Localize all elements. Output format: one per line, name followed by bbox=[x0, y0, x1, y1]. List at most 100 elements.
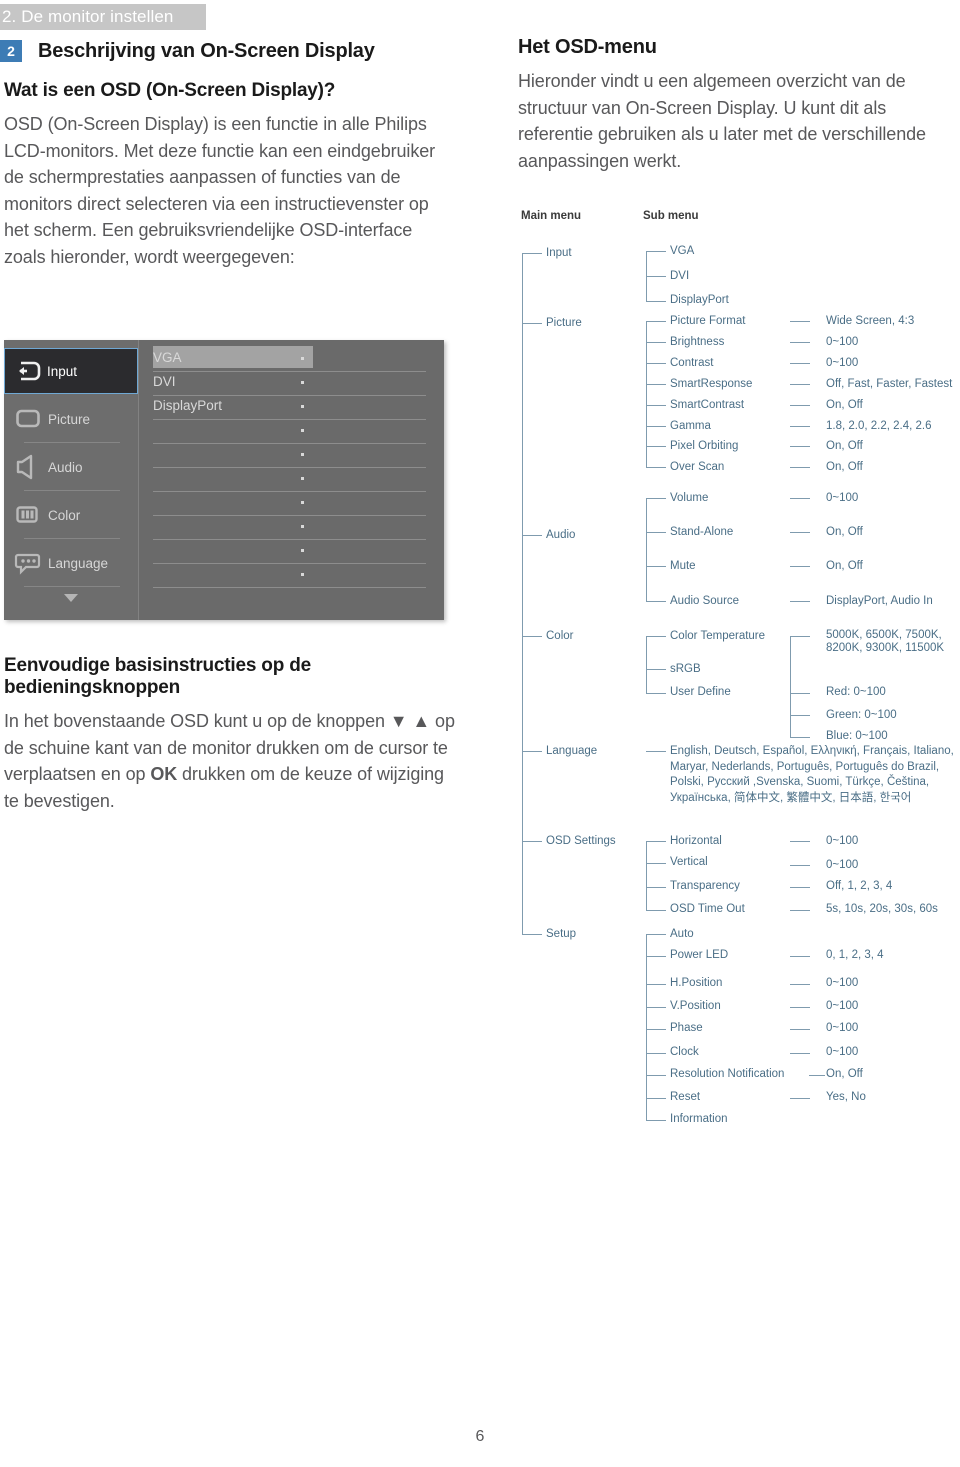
section-number-badge: 2 bbox=[0, 40, 22, 62]
osd-row-dot bbox=[301, 381, 304, 384]
osd-content-row-empty bbox=[139, 540, 444, 564]
tree-value-dash bbox=[790, 363, 810, 365]
tree-sub-color-temperature: Color Temperature bbox=[670, 630, 766, 642]
tree-value-dash bbox=[790, 715, 810, 717]
osd-row-dot bbox=[301, 573, 304, 576]
osd-sidebar-label: Language bbox=[48, 555, 109, 571]
tree-branch bbox=[646, 467, 666, 469]
osd-row-dot bbox=[301, 549, 304, 552]
tree-sub-resolution-notification: Resolution Notification bbox=[670, 1068, 785, 1080]
tree-branch bbox=[646, 1075, 666, 1077]
osd-sidebar-item-audio[interactable]: Audio bbox=[4, 444, 138, 490]
tree-branch bbox=[646, 301, 666, 303]
tree-sub-smartresponse: SmartResponse bbox=[670, 378, 753, 390]
tree-value-power-led: 0, 1, 2, 3, 4 bbox=[826, 949, 884, 961]
tree-sub-pixel-orbiting: Pixel Orbiting bbox=[670, 440, 739, 452]
tree-branch bbox=[522, 934, 542, 936]
tree-sub-spine-color bbox=[646, 636, 648, 693]
page-title: Beschrijving van On-Screen Display bbox=[38, 39, 375, 62]
tree-branch bbox=[646, 446, 666, 448]
tree-sub-over-scan: Over Scan bbox=[670, 461, 725, 473]
osd-content-row-displayport[interactable]: DisplayPort bbox=[139, 396, 444, 420]
osd-row-dot bbox=[301, 405, 304, 408]
osd-sidebar-label: Input bbox=[47, 363, 78, 379]
tree-value-dash bbox=[790, 636, 810, 638]
tree-value-red: Red: 0~100 bbox=[826, 686, 886, 698]
osd-sidebar: Input Picture Audio Color Language bbox=[4, 340, 139, 620]
tree-value-reset: Yes, No bbox=[826, 1091, 866, 1103]
ok-key-label: OK bbox=[150, 764, 178, 784]
tree-value-smartcontrast: On, Off bbox=[826, 399, 863, 411]
osd-sidebar-label: Color bbox=[48, 507, 81, 523]
tree-branch bbox=[522, 636, 542, 638]
tree-branch bbox=[646, 276, 666, 278]
osd-sidebar-item-language[interactable]: Language bbox=[4, 540, 138, 586]
tree-sub-clock: Clock bbox=[670, 1046, 699, 1058]
osd-sidebar-item-picture[interactable]: Picture bbox=[4, 396, 138, 442]
tree-value-dash bbox=[790, 910, 810, 912]
tree-sub-dvi: DVI bbox=[670, 270, 690, 282]
tree-sub-gamma: Gamma bbox=[670, 420, 711, 432]
tree-branch bbox=[646, 321, 666, 323]
osd-row-dot bbox=[301, 501, 304, 504]
tree-sub-spine-setup bbox=[646, 934, 648, 1120]
tree-branch bbox=[522, 323, 542, 325]
tree-branch bbox=[522, 751, 542, 753]
right-column: Het OSD-menu Hieronder vindt u een algem… bbox=[518, 36, 958, 174]
tree-branch bbox=[646, 566, 666, 568]
tree-sub-spine-osd-settings bbox=[646, 841, 648, 910]
osd-content-row-empty bbox=[139, 492, 444, 516]
tree-value-dash bbox=[790, 1007, 810, 1009]
osd-sidebar-item-color[interactable]: Color bbox=[4, 492, 138, 538]
osd-content-row-empty bbox=[139, 564, 444, 588]
tree-value-resolution-notification: On, Off bbox=[826, 1068, 863, 1080]
chapter-banner: 2. De monitor instellen bbox=[0, 4, 206, 30]
tree-value-audio-source: DisplayPort, Audio In bbox=[826, 595, 933, 607]
tree-value-volume: 0~100 bbox=[826, 492, 859, 504]
tree-value-picture-format: Wide Screen, 4:3 bbox=[826, 315, 915, 327]
instructions-heading: Eenvoudige basisinstructies op de bedien… bbox=[4, 655, 311, 698]
tree-main-spine bbox=[522, 253, 524, 934]
osd-row-line bbox=[153, 587, 426, 588]
tree-branch bbox=[646, 1053, 666, 1055]
tree-value-dash bbox=[790, 467, 810, 469]
tree-value-dash bbox=[790, 321, 810, 323]
osd-content-row-dvi[interactable]: DVI bbox=[139, 372, 444, 396]
tree-sub-reset: Reset bbox=[670, 1091, 701, 1103]
tree-value-dash bbox=[790, 1053, 810, 1055]
tree-branch bbox=[646, 841, 666, 843]
osd-sidebar-divider bbox=[24, 586, 120, 587]
tree-value-brightness: 0~100 bbox=[826, 336, 859, 348]
tree-sub-smartcontrast: SmartContrast bbox=[670, 399, 745, 411]
osd-row-label: DisplayPort bbox=[153, 398, 223, 413]
tree-branch bbox=[646, 532, 666, 534]
tree-main-input: Input bbox=[546, 247, 572, 259]
osd-content-row-vga[interactable]: VGA bbox=[139, 346, 444, 372]
tree-branch bbox=[646, 956, 666, 958]
tree-sub-osd-time-out: OSD Time Out bbox=[670, 903, 745, 915]
osd-question-heading: Wat is een OSD (On-Screen Display)? bbox=[4, 80, 336, 101]
down-arrow-icon: ▼ bbox=[389, 711, 408, 731]
tree-sub-horizontal: Horizontal bbox=[670, 835, 722, 847]
tree-main-color: Color bbox=[546, 630, 574, 642]
tree-branch bbox=[646, 636, 666, 638]
tree-value-dash bbox=[790, 887, 810, 889]
tree-value-osd-time-out: 5s, 10s, 20s, 30s, 60s bbox=[826, 903, 938, 915]
tree-value-dash bbox=[790, 426, 810, 428]
tree-branch bbox=[646, 751, 666, 753]
tree-value-vertical: 0~100 bbox=[826, 859, 859, 871]
tree-sub-language-list: English, Deutsch, Español, Ελληνική, Fra… bbox=[670, 745, 954, 804]
tree-branch bbox=[646, 1120, 666, 1122]
tree-value-dash bbox=[790, 384, 810, 386]
tree-value-color-temperature: 5000K, 6500K, 7500K, 8200K, 9300K, 11500… bbox=[826, 629, 945, 654]
osd-sidebar-divider bbox=[24, 490, 120, 491]
tree-branch bbox=[646, 1029, 666, 1031]
tree-value-dash bbox=[790, 498, 810, 500]
osd-sidebar-item-input[interactable]: Input bbox=[4, 348, 138, 394]
tree-value-stand-alone: On, Off bbox=[826, 526, 863, 538]
left-column: Wat is een OSD (On-Screen Display)? OSD … bbox=[4, 80, 456, 270]
chevron-down-icon[interactable] bbox=[64, 594, 78, 602]
osd-menu-tree: Main menu Sub menu Input VGA DVI Display… bbox=[518, 205, 960, 1165]
tree-sub-brightness: Brightness bbox=[670, 336, 725, 348]
tree-sub-vga: VGA bbox=[670, 245, 695, 257]
